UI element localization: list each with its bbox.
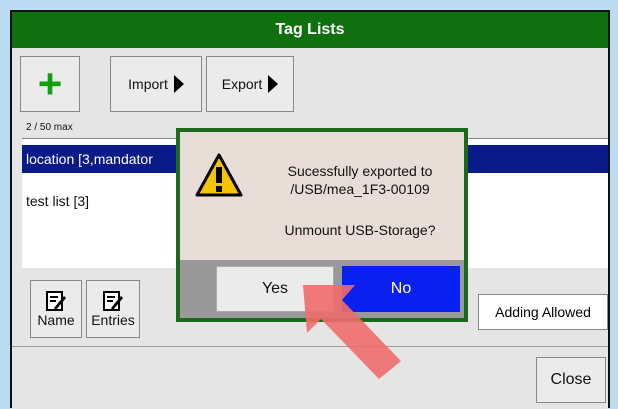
add-list-button[interactable]: + <box>20 56 80 112</box>
yes-button[interactable]: Yes <box>216 266 334 312</box>
dialog-message: Sucessfully exported to /USB/mea_1F3-001… <box>260 162 460 198</box>
name-label: Name <box>37 312 75 328</box>
adding-allowed-toggle[interactable]: Adding Allowed <box>478 294 608 330</box>
dialog-button-row: Yes No <box>180 260 464 318</box>
warning-icon <box>195 153 243 197</box>
triangle-right-icon <box>268 75 279 93</box>
dialog-message-line: Sucessfully exported to <box>287 163 433 179</box>
triangle-right-icon <box>173 75 184 93</box>
import-label: Import <box>128 76 168 92</box>
close-button[interactable]: Close <box>536 357 606 403</box>
export-button[interactable]: Export <box>206 56 294 112</box>
name-button[interactable]: Name <box>30 280 82 338</box>
edit-icon <box>46 291 66 311</box>
plus-icon: + <box>37 60 63 107</box>
export-dialog: Sucessfully exported to /USB/mea_1F3-001… <box>176 128 468 322</box>
entries-button[interactable]: Entries <box>86 280 140 338</box>
window-title: Tag Lists <box>12 12 608 48</box>
entries-label: Entries <box>91 312 135 328</box>
list-count: 2 / 50 max <box>26 122 73 133</box>
dialog-message-path: /USB/mea_1F3-00109 <box>290 181 430 197</box>
no-button[interactable]: No <box>342 266 460 312</box>
export-label: Export <box>221 76 263 92</box>
footer-bar: Close <box>12 346 608 409</box>
dialog-question: Unmount USB-Storage? <box>284 222 436 238</box>
import-button[interactable]: Import <box>110 56 202 112</box>
edit-icon <box>103 291 123 311</box>
toolbar: + Import Export 2 / 50 max <box>12 48 608 138</box>
